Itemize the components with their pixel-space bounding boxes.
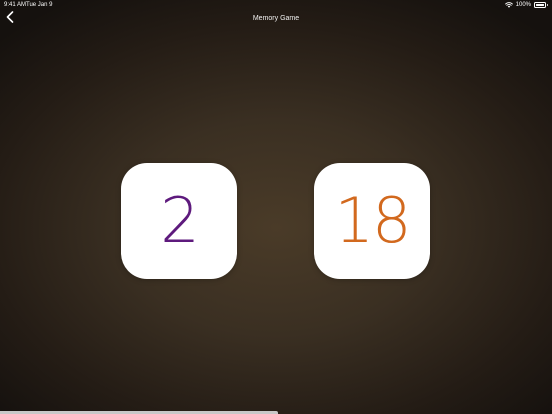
status-date: Tue Jan 9 <box>26 2 53 8</box>
navigation-bar: Memory Game <box>0 10 552 28</box>
status-bar: 9:41 AM Tue Jan 9 100% <box>0 0 552 10</box>
status-indicators: 100% <box>504 0 548 10</box>
card-number: 2 <box>160 184 199 257</box>
battery-icon <box>534 2 548 8</box>
memory-card-1[interactable]: 2 <box>121 163 237 279</box>
page-title: Memory Game <box>252 15 300 22</box>
status-time: 9:41 AM <box>4 2 27 8</box>
card-number: 18 <box>334 184 412 257</box>
wifi-icon <box>504 2 513 8</box>
battery-percentage: 100% <box>515 2 531 8</box>
memory-card-2[interactable]: 18 <box>314 163 430 279</box>
